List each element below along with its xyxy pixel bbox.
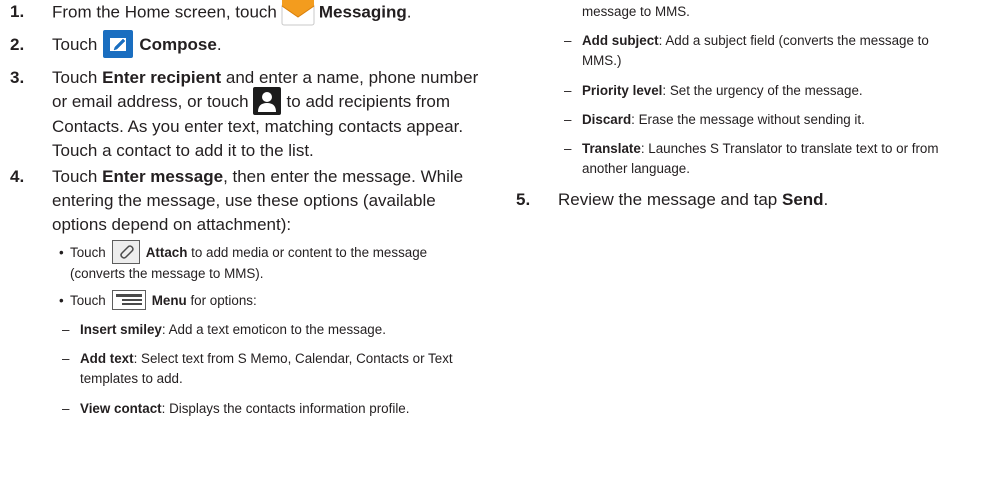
step-number: 3. (10, 68, 25, 87)
step-text: Review the message and tap (558, 190, 778, 209)
messaging-icon (281, 0, 315, 26)
option-desc: message to MMS. (582, 4, 690, 19)
step-text: Touch (52, 68, 98, 87)
option-desc: : Launches S Translator to translate tex… (640, 141, 939, 156)
option-desc: MMS.) (582, 53, 622, 68)
option-text: for options: (190, 293, 257, 308)
attach-icon (111, 240, 140, 264)
step-text: Touch (52, 35, 98, 54)
option-desc: : Displays the contacts information prof… (161, 401, 410, 416)
option-desc: : Set the urgency of the message. (662, 83, 863, 98)
option-name: Discard (582, 112, 632, 127)
step-text: Touch (52, 167, 98, 186)
dash-glyph: – (62, 322, 70, 337)
step-number: 5. (516, 190, 531, 209)
attach-label: Attach (145, 245, 188, 261)
option-add-text: – Add text: Select text from S Memo, Cal… (0, 349, 580, 389)
step-text: Contacts. As you enter text, matching co… (52, 116, 464, 136)
step-2: 2. Touch Compose. (0, 29, 552, 58)
send-label: Send (781, 190, 824, 209)
step-1: 1. From the Home screen, touch Messaging. (0, 0, 552, 26)
menu-bullet: • Touch Menu for options: (0, 289, 570, 311)
option-name: Insert smiley (80, 322, 162, 337)
step-text: and enter a name, phone number (225, 68, 479, 87)
option-name: Add subject (582, 33, 659, 48)
option-text: Touch (70, 245, 106, 261)
option-insert-smiley: – Insert smiley: Add a text emoticon to … (0, 320, 580, 340)
dash-glyph: – (62, 401, 70, 416)
enter-recipient-label: Enter recipient (102, 68, 222, 87)
option-view-contact: – View contact: Displays the contacts in… (0, 399, 580, 419)
option-desc: : Select text from S Memo, Calendar, Con… (133, 351, 453, 366)
option-desc: templates to add. (80, 371, 183, 386)
punct: . (216, 35, 222, 54)
option-add-subject: – Add subject: Add a subject field (conv… (530, 31, 1003, 71)
option-text: to add media or content to the message (191, 245, 428, 261)
dash-glyph: – (564, 112, 572, 127)
enter-message-label: Enter message (102, 167, 224, 186)
compose-icon (103, 29, 134, 58)
step-3: 3. Touch Enter recipient and enter a nam… (0, 66, 552, 163)
option-name: Translate (582, 141, 641, 156)
option-desc: : Erase the message without sending it. (631, 112, 865, 127)
attach-bullet: • Touch Attach to add media or content to… (0, 240, 570, 284)
step-text: Touch a contact to add it to the list. (52, 140, 314, 160)
menu-icon (111, 289, 146, 310)
messaging-label: Messaging (318, 2, 407, 22)
bullet-glyph: • (59, 293, 64, 308)
step-number: 2. (10, 35, 25, 54)
punct: . (823, 190, 829, 209)
step-5: 5. Review the message and tap Send. (506, 188, 1003, 212)
dash-glyph: – (564, 141, 572, 156)
option-text: Touch (70, 293, 106, 308)
dash-glyph: – (564, 33, 572, 48)
punct: . (406, 2, 412, 22)
option-text: (converts the message to MMS). (70, 266, 264, 281)
compose-label: Compose (139, 35, 217, 54)
option-discard: – Discard: Erase the message without sen… (530, 110, 1003, 130)
dash-glyph: – (564, 83, 572, 98)
step-text: , then enter the message. While (223, 167, 464, 186)
option-desc: another language. (582, 161, 690, 176)
menu-label: Menu (151, 293, 187, 308)
contacts-icon (252, 86, 281, 115)
option-priority-level: – Priority level: Set the urgency of the… (530, 81, 1003, 101)
option-name: Add text (80, 351, 134, 366)
dash-glyph: – (62, 351, 70, 366)
step-number: 4. (10, 167, 25, 186)
option-name: Priority level (582, 83, 663, 98)
step-text: or email address, or touch (52, 92, 249, 111)
step-text: entering the message, use these options … (52, 191, 436, 210)
option-desc: : Add a text emoticon to the message. (161, 322, 386, 337)
option-desc: : Add a subject field (converts the mess… (658, 33, 929, 48)
bullet-glyph: • (59, 245, 64, 260)
step-number: 1. (10, 2, 25, 21)
step-text: options depend on attachment): (52, 215, 292, 234)
option-translate: – Translate: Launches S Translator to tr… (530, 139, 1003, 179)
option-name: View contact (80, 401, 162, 416)
step-text: From the Home screen, touch (52, 2, 277, 22)
step-4: 4. Touch Enter message, then enter the m… (0, 165, 552, 237)
continued-text: message to MMS. (582, 2, 1002, 22)
step-text: to add recipients from (286, 92, 451, 111)
